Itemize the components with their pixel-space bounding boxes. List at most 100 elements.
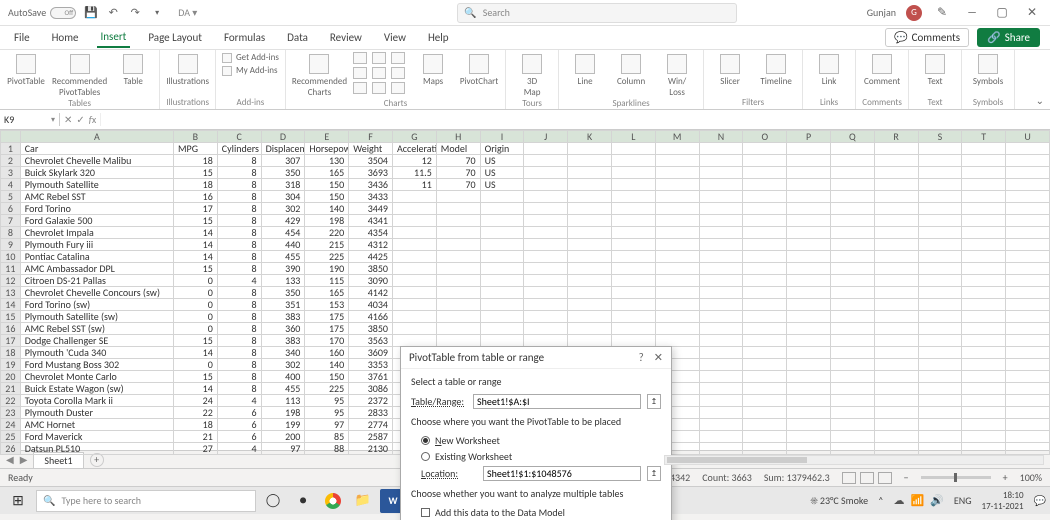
cell[interactable]	[743, 251, 787, 263]
col-header[interactable]: M	[655, 131, 699, 143]
col-header[interactable]: C	[217, 131, 261, 143]
cell[interactable]	[874, 215, 918, 227]
cell[interactable]	[743, 335, 787, 347]
cell[interactable]	[568, 143, 612, 155]
cell[interactable]	[392, 311, 436, 323]
cell[interactable]	[655, 203, 699, 215]
col-header[interactable]: N	[699, 131, 743, 143]
cell[interactable]	[524, 227, 568, 239]
comments-button[interactable]: 💬 Comments	[885, 28, 969, 47]
cell[interactable]	[480, 311, 524, 323]
cell[interactable]: 153	[305, 299, 349, 311]
cell[interactable]: 6	[217, 431, 261, 443]
cell[interactable]: 17	[174, 203, 218, 215]
cell[interactable]: Plymouth 'Cuda 340	[20, 347, 173, 359]
cell[interactable]	[392, 191, 436, 203]
wifi-icon[interactable]: 📶	[910, 494, 924, 507]
cell[interactable]: 133	[261, 275, 305, 287]
cell[interactable]	[611, 251, 655, 263]
cell[interactable]	[787, 407, 831, 419]
cell[interactable]: 215	[305, 239, 349, 251]
cell[interactable]	[1006, 227, 1050, 239]
cell[interactable]: Chevrolet Impala	[20, 227, 173, 239]
cell[interactable]	[1006, 239, 1050, 251]
col-header[interactable]: L	[611, 131, 655, 143]
cell[interactable]: Plymouth Fury iii	[20, 239, 173, 251]
cell[interactable]	[524, 179, 568, 191]
cell[interactable]	[918, 299, 962, 311]
cell[interactable]	[743, 407, 787, 419]
tab-insert[interactable]: Insert	[97, 27, 131, 48]
cell[interactable]	[1006, 179, 1050, 191]
cell[interactable]	[918, 407, 962, 419]
row-header[interactable]: 12	[1, 275, 21, 287]
cell[interactable]	[830, 443, 874, 455]
cell[interactable]	[743, 143, 787, 155]
cell[interactable]: Displacement	[261, 143, 305, 155]
cell[interactable]: 113	[261, 395, 305, 407]
select-all-corner[interactable]	[1, 131, 21, 143]
cell[interactable]	[787, 383, 831, 395]
cell[interactable]	[830, 407, 874, 419]
cell[interactable]	[918, 227, 962, 239]
cell[interactable]: 4034	[349, 299, 393, 311]
cell[interactable]	[743, 323, 787, 335]
cell[interactable]	[787, 167, 831, 179]
col-header[interactable]: R	[874, 131, 918, 143]
cell[interactable]	[568, 323, 612, 335]
cell[interactable]	[699, 275, 743, 287]
cell[interactable]	[830, 419, 874, 431]
zoom-out-icon[interactable]: −	[904, 471, 909, 484]
cell[interactable]	[611, 155, 655, 167]
tab-view[interactable]: View	[380, 28, 410, 47]
row-header[interactable]: 15	[1, 311, 21, 323]
cell[interactable]: Pontiac Catalina	[20, 251, 173, 263]
cell[interactable]	[611, 143, 655, 155]
cell[interactable]: 3433	[349, 191, 393, 203]
cell[interactable]: 0	[174, 299, 218, 311]
page-layout-view-icon[interactable]	[860, 472, 874, 484]
cell[interactable]: Acceleration	[392, 143, 436, 155]
close-button[interactable]: ✕	[1022, 5, 1042, 20]
cell[interactable]	[524, 143, 568, 155]
cell[interactable]	[918, 287, 962, 299]
cell[interactable]	[524, 215, 568, 227]
cell[interactable]: 3449	[349, 203, 393, 215]
col-header[interactable]: O	[743, 131, 787, 143]
cell[interactable]: 18	[174, 179, 218, 191]
cell[interactable]	[392, 215, 436, 227]
chart-type-icon[interactable]	[391, 67, 405, 79]
cell[interactable]	[1006, 323, 1050, 335]
cell[interactable]	[830, 383, 874, 395]
cell[interactable]	[436, 335, 480, 347]
row-header[interactable]: 9	[1, 239, 21, 251]
cell[interactable]	[962, 371, 1006, 383]
fx-icon[interactable]: fx	[89, 113, 96, 126]
cell[interactable]	[568, 227, 612, 239]
cell[interactable]	[918, 191, 962, 203]
cell[interactable]: 190	[305, 263, 349, 275]
cell[interactable]	[918, 383, 962, 395]
cell[interactable]	[787, 215, 831, 227]
cell[interactable]	[524, 287, 568, 299]
volume-icon[interactable]: 🔊	[930, 494, 944, 507]
cell[interactable]	[787, 227, 831, 239]
cell[interactable]	[1006, 383, 1050, 395]
cell[interactable]	[655, 287, 699, 299]
cell[interactable]	[524, 191, 568, 203]
cell[interactable]	[392, 203, 436, 215]
cell[interactable]	[787, 419, 831, 431]
cell[interactable]	[743, 179, 787, 191]
ribbon-btn-timeline[interactable]: Timeline	[756, 52, 796, 87]
cell[interactable]	[611, 227, 655, 239]
cell[interactable]	[611, 323, 655, 335]
cell[interactable]	[918, 431, 962, 443]
task-view-icon[interactable]: ◯	[260, 489, 286, 513]
cell[interactable]	[568, 251, 612, 263]
cell[interactable]	[1006, 287, 1050, 299]
cell[interactable]	[611, 311, 655, 323]
cell[interactable]	[743, 167, 787, 179]
cell[interactable]	[655, 155, 699, 167]
cell[interactable]	[874, 143, 918, 155]
notifications-icon[interactable]: 💬	[1034, 494, 1046, 507]
